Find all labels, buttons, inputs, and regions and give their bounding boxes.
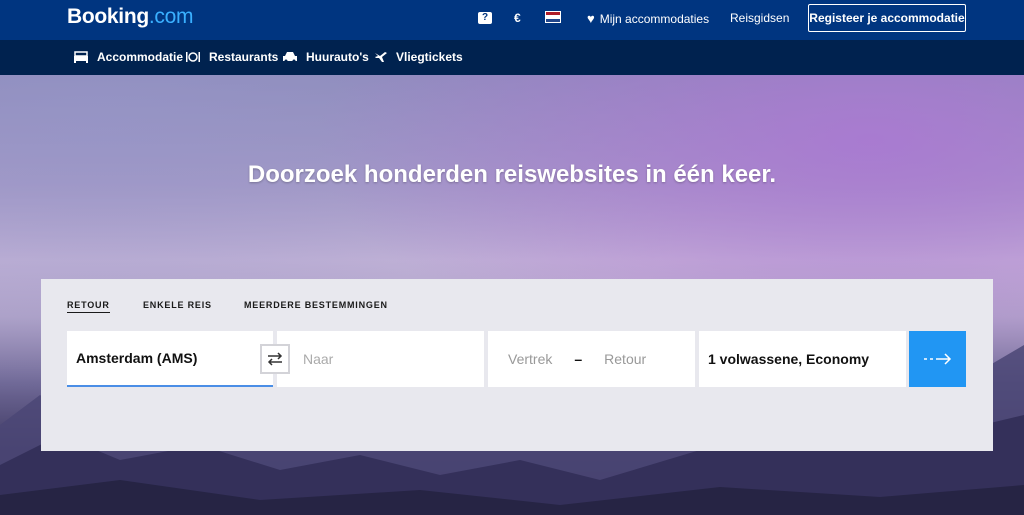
passengers-selector[interactable]: 1 volwassene, Economy xyxy=(699,331,906,387)
car-icon xyxy=(283,52,297,63)
nav-item-label: Huurauto's xyxy=(306,50,369,64)
return-placeholder: Retour xyxy=(604,351,647,367)
logo-suffix-text: .com xyxy=(148,5,194,28)
origin-input[interactable]: Amsterdam (AMS) xyxy=(67,331,273,387)
nav-item-label: Vliegtickets xyxy=(396,50,463,64)
passengers-value: 1 volwassene, Economy xyxy=(708,351,870,367)
plane-icon xyxy=(375,52,387,62)
favorites-link[interactable]: ♥ Mijn accommodaties xyxy=(587,11,709,26)
tab-meerdere-bestemmingen[interactable]: MEERDERE BESTEMMINGEN xyxy=(244,300,388,310)
destination-placeholder: Naar xyxy=(303,351,334,367)
origin-value: Amsterdam (AMS) xyxy=(76,350,198,366)
product-nav: Accommodatie Restaurants Huurauto's Vlie… xyxy=(0,40,1024,75)
currency-selector[interactable]: € xyxy=(514,11,521,25)
tab-enkele-reis[interactable]: ENKELE REIS xyxy=(143,300,212,310)
nav-item-label: Restaurants xyxy=(209,50,279,64)
swap-airports-button[interactable] xyxy=(260,344,290,374)
flight-search-panel: RETOUR ENKELE REIS MEERDERE BESTEMMINGEN… xyxy=(41,279,993,451)
nav-item-label: Accommodatie xyxy=(97,50,184,64)
heart-icon: ♥ xyxy=(587,11,595,26)
depart-placeholder: Vertrek xyxy=(508,351,553,367)
booking-logo[interactable]: Booking.com xyxy=(67,5,194,29)
guides-link[interactable]: Reisgidsen xyxy=(730,11,789,25)
tab-retour[interactable]: RETOUR xyxy=(67,300,110,313)
favorites-label: Mijn accommodaties xyxy=(599,11,710,26)
register-property-button[interactable]: Registeer je accommodatie xyxy=(808,4,966,32)
question-icon[interactable]: ? xyxy=(478,12,492,24)
nav-item-vliegtickets[interactable]: Vliegtickets xyxy=(374,50,463,64)
nav-item-huurautos[interactable]: Huurauto's xyxy=(282,50,369,64)
arrow-right-icon xyxy=(923,353,951,365)
search-button[interactable] xyxy=(909,331,966,387)
hero-banner: Doorzoek honderden reiswebsites in één k… xyxy=(0,75,1024,515)
top-header: Booking.com ? € ♥ Mijn accommodaties Rei… xyxy=(0,0,1024,40)
flag-nl-icon[interactable] xyxy=(545,11,561,23)
nav-item-accommodatie[interactable]: Accommodatie xyxy=(73,50,183,64)
date-range-input[interactable]: Vertrek – Retour xyxy=(488,331,695,387)
hero-headline: Doorzoek honderden reiswebsites in één k… xyxy=(247,161,777,188)
nav-item-restaurants[interactable]: Restaurants xyxy=(185,50,278,64)
logo-main-text: Booking xyxy=(67,5,149,28)
date-separator: – xyxy=(574,351,583,367)
destination-input[interactable]: Naar xyxy=(277,331,484,387)
swap-icon xyxy=(267,352,283,366)
restaurant-icon xyxy=(186,52,200,62)
bed-icon xyxy=(74,51,88,63)
